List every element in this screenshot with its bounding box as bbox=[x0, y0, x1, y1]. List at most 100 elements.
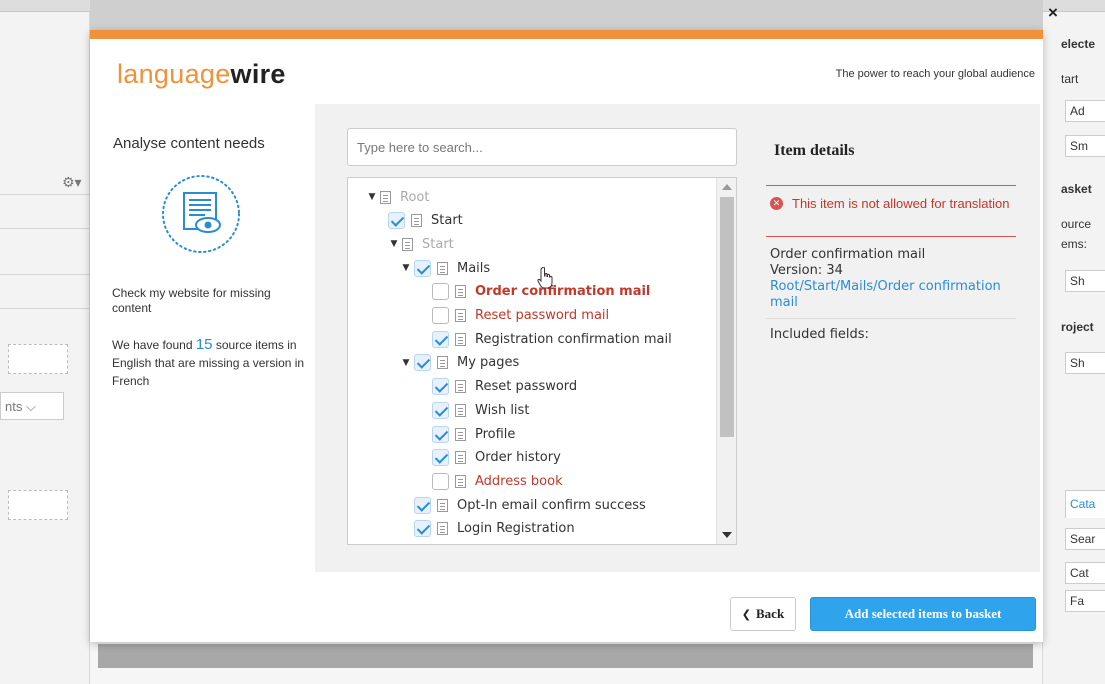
background-right-item[interactable]: Fa bbox=[1065, 590, 1105, 612]
tree-node[interactable]: Address book bbox=[432, 470, 563, 492]
page-icon bbox=[455, 474, 466, 488]
gear-icon[interactable]: ⚙▾ bbox=[62, 174, 82, 191]
background-right-item[interactable]: Ad bbox=[1065, 100, 1105, 122]
page-icon bbox=[455, 309, 466, 322]
tree-node-label: Address book bbox=[475, 473, 563, 489]
tree-node-label: My pages bbox=[457, 355, 520, 371]
background-field bbox=[8, 344, 68, 374]
background-right-item: ource bbox=[1061, 217, 1092, 231]
document-eye-icon bbox=[162, 175, 240, 253]
tree-node-label: Opt-In email confirm success bbox=[457, 497, 646, 513]
expand-arrow-icon[interactable]: ▼ bbox=[366, 192, 378, 202]
background-dropdown[interactable]: nts ⌵ bbox=[0, 392, 64, 420]
tree-node[interactable]: Order history bbox=[432, 447, 561, 469]
error-icon: ✕ bbox=[770, 197, 783, 210]
tree-node-label: Start bbox=[422, 236, 454, 252]
item-path-link[interactable]: Root/Start/Mails/Order confirmation mail bbox=[770, 279, 1010, 311]
scroll-up-arrow-icon[interactable] bbox=[722, 184, 732, 190]
tree-node[interactable]: Opt-In email confirm success bbox=[414, 494, 646, 516]
tree-checkbox[interactable] bbox=[432, 307, 449, 324]
tree-node-label: Root bbox=[400, 189, 430, 205]
tree-checkbox[interactable] bbox=[432, 283, 449, 301]
scroll-down-arrow-icon[interactable] bbox=[722, 532, 732, 538]
background-right-item: electe bbox=[1061, 37, 1096, 51]
background-right-item[interactable]: Cat bbox=[1065, 562, 1105, 584]
page-icon bbox=[455, 332, 466, 346]
tagline: The power to reach your global audience bbox=[835, 68, 1035, 80]
tree-checkbox[interactable] bbox=[432, 330, 449, 348]
item-name: Order confirmation mail bbox=[770, 247, 926, 262]
tree-checkbox[interactable] bbox=[432, 401, 449, 419]
tree-node[interactable]: ▼ Mails bbox=[400, 257, 490, 279]
background-right-panel: electe tart Ad Sm asket ource ems: Sh roject Sh Ca… bbox=[1042, 12, 1105, 684]
background-right-item: asket bbox=[1061, 182, 1092, 196]
tree-node-label: Registration confirmation mail bbox=[475, 331, 672, 347]
tree-node-label: Order history bbox=[475, 450, 561, 466]
tree-node[interactable]: Login Registration bbox=[414, 518, 575, 540]
missing-count: 15 bbox=[195, 336, 213, 353]
tree-node[interactable]: ▼ Start bbox=[388, 233, 454, 255]
side-description: Check my website for missing content bbox=[112, 286, 271, 315]
tree-node[interactable]: ▼ Root bbox=[366, 186, 430, 208]
tree-checkbox[interactable] bbox=[432, 472, 449, 490]
tree-node[interactable]: Reset password mail bbox=[432, 305, 609, 327]
languagewire-logo: languagewire bbox=[117, 59, 286, 89]
tree-scrollbar[interactable] bbox=[716, 178, 736, 544]
tree-node-label: Profile bbox=[475, 426, 516, 442]
side-title: Analyse content needs bbox=[113, 135, 265, 152]
tree-node[interactable]: Start bbox=[388, 210, 463, 232]
page-icon bbox=[455, 427, 466, 441]
divider bbox=[766, 236, 1016, 237]
expand-arrow-icon[interactable]: ▼ bbox=[400, 263, 412, 273]
search-input[interactable] bbox=[347, 128, 737, 166]
background-field bbox=[8, 490, 68, 520]
page-icon bbox=[411, 214, 422, 228]
background-right-item[interactable]: Cata bbox=[1065, 490, 1105, 518]
page-icon bbox=[455, 451, 466, 465]
page-icon bbox=[402, 237, 413, 251]
background-right-item: roject bbox=[1061, 320, 1094, 334]
expand-arrow-icon[interactable]: ▼ bbox=[400, 358, 412, 368]
page-icon bbox=[380, 190, 391, 204]
tree-node[interactable]: ▼ My pages bbox=[400, 352, 519, 374]
item-info: Order confirmation mail Version: 34 Root… bbox=[770, 247, 1010, 311]
background-strip bbox=[98, 644, 1033, 668]
tree-checkbox[interactable] bbox=[432, 449, 449, 467]
tree-node-label: Start bbox=[431, 213, 463, 229]
background-right-item[interactable]: Sm bbox=[1065, 135, 1105, 157]
page-icon bbox=[455, 403, 466, 417]
scroll-thumb[interactable] bbox=[720, 197, 734, 437]
tree-node[interactable]: Wish list bbox=[432, 399, 529, 421]
add-to-basket-button[interactable]: Add selected items to basket bbox=[810, 597, 1036, 631]
tree-node-label: Order confirmation mail bbox=[475, 284, 651, 300]
close-icon[interactable]: × bbox=[1044, 4, 1062, 22]
tree-checkbox[interactable] bbox=[414, 520, 431, 538]
content-tree: ▼Checkout Login Registration Opt-In email … bbox=[347, 177, 737, 545]
tree-node-label: Login Registration bbox=[457, 521, 575, 537]
tree-node[interactable]: ▼Checkout bbox=[388, 542, 483, 545]
tree-checkbox[interactable] bbox=[414, 259, 431, 277]
tree-node-label: Reset password bbox=[475, 379, 578, 395]
expand-arrow-icon[interactable]: ▼ bbox=[388, 239, 400, 249]
back-button[interactable]: ❮ Back bbox=[730, 597, 796, 631]
tree-checkbox[interactable] bbox=[388, 212, 405, 230]
item-details-title: Item details bbox=[766, 125, 1016, 186]
tree-checkbox[interactable] bbox=[414, 496, 431, 514]
tree-node-label: Reset password mail bbox=[475, 308, 610, 323]
tree-checkbox[interactable] bbox=[432, 425, 449, 443]
page-icon bbox=[437, 522, 448, 536]
content-panel: ▼Checkout Login Registration Opt-In email … bbox=[315, 104, 1040, 572]
tree-node[interactable]: Reset password bbox=[432, 376, 577, 398]
side-found-text: We have found 15 source items in English… bbox=[112, 336, 305, 388]
tree-checkbox[interactable] bbox=[432, 378, 449, 396]
page-icon bbox=[437, 498, 448, 512]
background-right-item: tart bbox=[1061, 72, 1079, 86]
background-right-item[interactable]: Sear bbox=[1065, 528, 1105, 550]
tree-node[interactable]: Profile bbox=[432, 423, 515, 445]
background-right-item[interactable]: Sh bbox=[1065, 270, 1105, 292]
background-right-item[interactable]: Sh bbox=[1065, 352, 1105, 374]
tree-checkbox[interactable] bbox=[414, 354, 431, 372]
error-message: ✕ This item is not allowed for translati… bbox=[770, 196, 1016, 212]
included-fields-label: Included fields: bbox=[770, 327, 869, 342]
tree-node[interactable]: Registration confirmation mail bbox=[432, 328, 672, 350]
